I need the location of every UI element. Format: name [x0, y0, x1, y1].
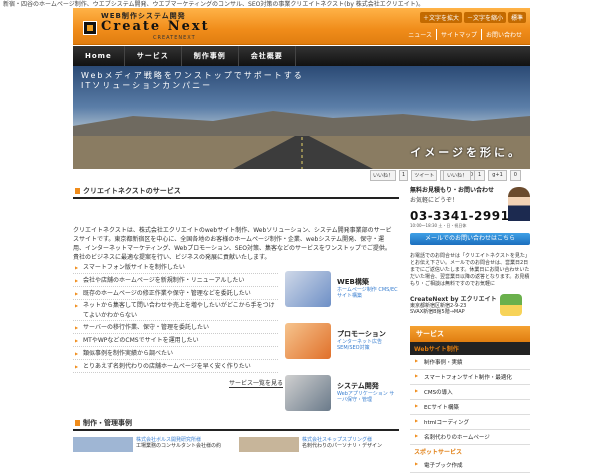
work-desc: 工場業務のコンサルタント会社様の約 — [136, 443, 222, 449]
like-count: 1 — [399, 170, 409, 181]
gplus-count: 0 — [509, 170, 521, 181]
gear-icon — [285, 375, 331, 411]
side-menu-item[interactable]: htmlコーディング — [410, 415, 530, 430]
nav-works[interactable]: 制作事例 — [182, 46, 239, 66]
company-name: CreateNext by エクリエイト — [410, 296, 497, 303]
mail-contact-button[interactable]: メールでのお問い合わせはこちら — [410, 233, 530, 245]
work-card[interactable]: 株式会社ボルス開発研究所様 工場業務のコンサルタント会社様の約 — [73, 437, 233, 452]
web-build-title: WEB構築 — [337, 278, 369, 286]
side-like-count: 1 — [474, 170, 486, 181]
work-thumbnail — [239, 437, 299, 452]
work-thumbnail — [73, 437, 133, 452]
side-menu-subhead: Webサイト制作 — [410, 342, 530, 355]
system-dev-sub: Webアプリケーション サーバ保守・管理 — [337, 391, 395, 403]
sidebar: 無料お見積もり・お問い合わせ お気軽にどうぞ！ 03-3341-2991 10:… — [410, 185, 530, 473]
contact-link[interactable]: お問い合わせ — [480, 29, 526, 40]
site-header: WEB制作システム開発 Create Next CREATENEXT ＋文字を拡… — [73, 8, 530, 45]
service-link[interactable]: ネットから集客して問い合わせや売上を増やしたいがどこから手をつけてよいかわからな… — [73, 300, 278, 321]
service-link[interactable]: とりあえず名刺代わりの店舗ホームページを早く安く作りたい — [73, 360, 278, 373]
system-dev-title: システム開発 — [337, 382, 379, 390]
side-menu-item[interactable]: 電子ブック作成 — [410, 458, 530, 473]
system-dev-card[interactable]: システム開発 Webアプリケーション サーバ保守・管理 — [283, 371, 399, 413]
company-building[interactable]: SVAX新宿B館5階→MAP — [410, 309, 497, 315]
works-list: 株式会社ボルス開発研究所様 工場業務のコンサルタント会社様の約 株式会社スキップ… — [73, 437, 399, 452]
sitemap-link[interactable]: サイトマップ — [435, 29, 481, 40]
news-link[interactable]: ニュース — [404, 29, 436, 40]
services-list: スマートフォン版サイトを制作したい 会社や店舗のホームページを新規制作・リニュー… — [73, 261, 278, 373]
promotion-card[interactable]: プロモーション インターネット広告 SEM/SEO対策 — [283, 319, 399, 361]
nav-company[interactable]: 会社概要 — [239, 46, 296, 66]
side-menu-item[interactable]: CMSの導入 — [410, 385, 530, 400]
logo-mark-icon — [83, 21, 97, 35]
social-buttons-side: いいね！ 1 g+1 0 — [443, 170, 521, 181]
promotion-title: プロモーション — [337, 330, 386, 338]
logo-title: Create Next — [101, 19, 210, 34]
service-link[interactable]: MTやWPなどのCMSでサイトを運用したい — [73, 334, 278, 347]
font-shrink-button[interactable]: －文字を縮小 — [463, 12, 506, 23]
hero-line2: ITソリューションカンパニー — [81, 81, 213, 90]
service-link[interactable]: 会社や店舗のホームページを新規制作・リニューアルしたい — [73, 274, 278, 287]
nav-home[interactable]: Home — [73, 46, 125, 66]
business-hours: 10:00〜18:30 土・日・祝日休 — [410, 223, 467, 228]
main-content: クリエイトネクストのサービス クリエイトネクストは、株式会社エクリエイトのweb… — [73, 185, 399, 411]
work-card[interactable]: 株式会社スキップスプリング様 名刺代わりのパーソナリ・デザイン — [239, 437, 399, 452]
service-link[interactable]: 既存のホームページの修正作業や保守・管理などを委託したい — [73, 287, 278, 300]
font-enlarge-button[interactable]: ＋文字を拡大 — [419, 12, 462, 23]
monitor-icon — [285, 271, 331, 307]
operator-avatar — [508, 187, 530, 221]
main-nav: Home サービス 制作事例 会社概要 — [73, 46, 530, 66]
side-like-button[interactable]: いいね！ — [443, 170, 472, 181]
service-link[interactable]: サーバーの移行作業、保守・管理を委託したい — [73, 321, 278, 334]
logo-small-text: CREATENEXT — [153, 35, 196, 41]
side-menu-item[interactable]: 制作事例・実績 — [410, 355, 530, 370]
service-link[interactable]: スマートフォン版サイトを制作したい — [73, 261, 278, 274]
company-info: CreateNext by エクリエイト 東京都新宿区新宿2-9-23 SVAX… — [410, 294, 530, 316]
side-menu-item[interactable]: スマートフォンサイト制作・最適化 — [410, 370, 530, 385]
side-menu-item[interactable]: ECサイト構築 — [410, 400, 530, 415]
hero-banner: Webメディア戦略をワンストップでサポートする ITソリューションカンパニー イ… — [73, 66, 530, 169]
tweet-button[interactable]: ツイート — [411, 170, 438, 181]
services-section-title: クリエイトネクストのサービス — [73, 185, 399, 199]
service-link[interactable]: 類似事例を制作実績から調べたい — [73, 347, 278, 360]
side-menu-item[interactable]: 名刺代わりのホームページ — [410, 430, 530, 445]
like-button[interactable]: いいね！ — [370, 170, 397, 181]
contact-note: お電話でのお問合せは「クリエイトネクストを見た」とお伝え下さい。メールでのお問合… — [410, 253, 530, 287]
services-intro: クリエイトネクストは、株式会社エクリエイトのwebサイト制作、Webソリューショ… — [73, 227, 392, 261]
services-more-link[interactable]: サービス一覧を見る — [229, 378, 284, 388]
hero-catchphrase: イメージを形に。 — [410, 146, 522, 159]
promotion-icon — [285, 323, 331, 359]
web-build-sub: ホームページ制作 CMS/ECサイト構築 — [337, 287, 398, 299]
work-desc: 名刺代わりのパーソナリ・デザイン — [302, 443, 383, 449]
map-icon[interactable] — [499, 294, 522, 316]
utility-links: ニュース サイトマップ お問い合わせ — [404, 29, 526, 40]
nav-services[interactable]: サービス — [125, 46, 182, 66]
gplus-button[interactable]: g+1 — [488, 170, 507, 181]
font-default-button[interactable]: 標準 — [507, 12, 526, 23]
font-size-controls: ＋文字を拡大 －文字を縮小 標準 — [419, 12, 526, 23]
web-build-card[interactable]: WEB構築 ホームページ制作 CMS/ECサイト構築 — [283, 267, 399, 309]
promotion-sub: インターネット広告 SEM/SEO対策 — [337, 339, 383, 351]
works-section-title: 制作・管理事例 — [73, 417, 399, 431]
logo[interactable]: WEB制作システム開発 Create Next CREATENEXT — [83, 11, 213, 41]
side-menu-title: サービス — [410, 326, 530, 342]
